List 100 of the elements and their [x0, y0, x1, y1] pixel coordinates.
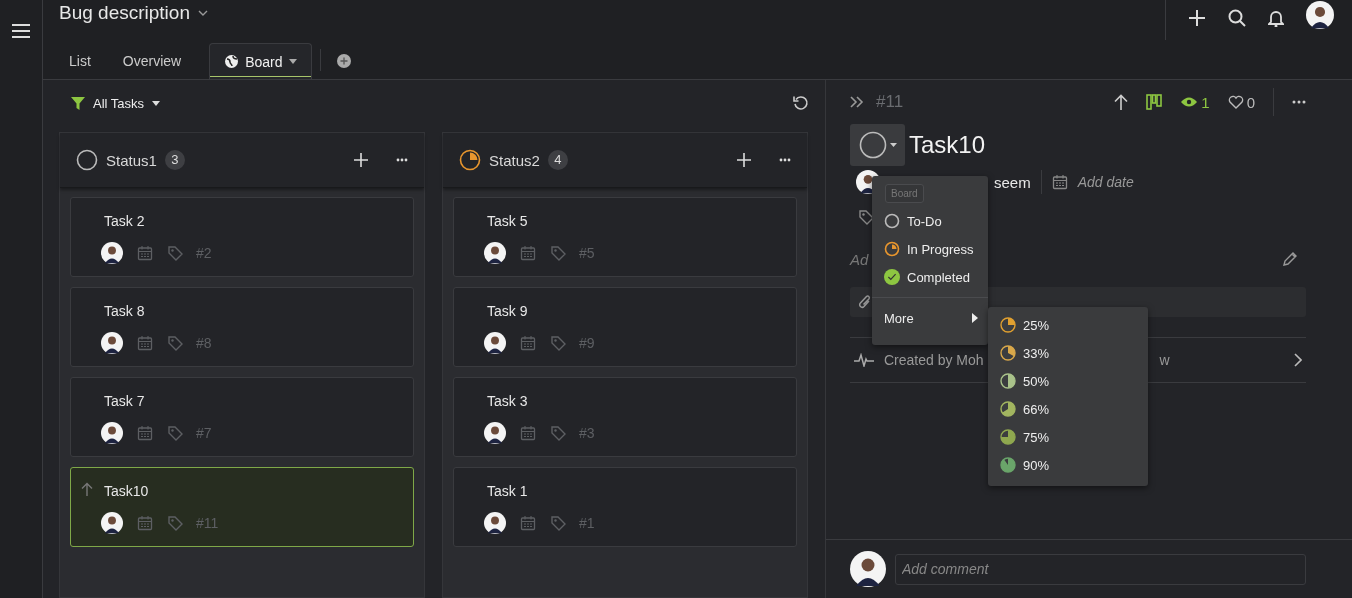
calendar-icon[interactable] — [520, 245, 536, 261]
paperclip-icon — [858, 294, 872, 310]
menu-item[interactable]: 50% — [988, 367, 1148, 395]
caret-icon — [152, 100, 161, 106]
tag-icon[interactable] — [167, 245, 183, 261]
more-icon[interactable] — [1292, 100, 1306, 104]
menu-item[interactable]: More — [872, 302, 988, 334]
view-tab[interactable]: Overview — [110, 43, 194, 79]
activity-text: w — [1159, 352, 1170, 368]
filter-dropdown[interactable]: All Tasks — [71, 95, 161, 111]
tag-icon[interactable] — [858, 209, 874, 225]
arrow-up-icon[interactable] — [1114, 94, 1129, 110]
progress-circle-icon — [459, 149, 481, 171]
add-view-icon[interactable] — [336, 53, 351, 68]
status-button[interactable] — [850, 124, 905, 166]
assignee-name[interactable]: seem — [994, 173, 1031, 191]
avatar-icon[interactable] — [1306, 1, 1334, 29]
calendar-icon[interactable] — [1051, 174, 1068, 190]
task-card[interactable]: Task 7 #7 — [70, 377, 414, 457]
circle-icon — [884, 213, 900, 229]
board-icon[interactable] — [1146, 94, 1163, 110]
plus-icon[interactable] — [1188, 9, 1206, 27]
task-card[interactable]: Task 2 #2 — [70, 197, 414, 277]
avatar-icon — [850, 551, 886, 587]
calendar-icon[interactable] — [520, 335, 536, 351]
column-title: Status2 — [489, 151, 540, 169]
tag-icon[interactable] — [550, 245, 566, 261]
avatar-icon — [484, 422, 506, 444]
pie-icon — [1000, 429, 1016, 445]
search-icon[interactable] — [1228, 9, 1246, 27]
calendar-icon[interactable] — [520, 425, 536, 441]
avatar-icon — [101, 242, 123, 264]
pie-icon — [1000, 317, 1016, 333]
count-badge: 4 — [547, 150, 568, 170]
task-card[interactable]: Task 8 #8 — [70, 287, 414, 367]
task-number: #11 — [196, 515, 219, 531]
menu-item[interactable]: 25% — [988, 311, 1148, 339]
calendar-icon[interactable] — [137, 245, 153, 261]
eye-icon[interactable] — [1180, 96, 1199, 108]
task-card[interactable]: Task 1 #1 — [453, 467, 797, 547]
task-title[interactable]: Task10 — [909, 131, 986, 159]
task-card[interactable]: Task 9 #9 — [453, 287, 797, 367]
pencil-icon[interactable] — [1282, 251, 1298, 267]
task-number: #3 — [579, 425, 595, 441]
avatar-icon — [484, 242, 506, 264]
progress-circle-icon — [884, 241, 900, 257]
chevron-down-icon[interactable] — [197, 9, 208, 17]
plus-icon[interactable] — [737, 153, 751, 167]
section-label: Board — [885, 184, 924, 203]
column-title: Status1 — [106, 151, 157, 169]
submenu-arrow-icon — [972, 313, 978, 323]
tag-icon[interactable] — [550, 335, 566, 351]
like-count: 0 — [1246, 93, 1255, 111]
calendar-icon[interactable] — [137, 335, 153, 351]
menu-item[interactable]: 33% — [988, 339, 1148, 367]
caret-icon — [889, 143, 897, 147]
menu-item[interactable]: In Progress — [872, 235, 988, 263]
count-badge: 3 — [164, 150, 185, 170]
task-number: #9 — [579, 335, 595, 351]
card-title: Task 5 — [487, 213, 528, 229]
tag-icon[interactable] — [550, 515, 566, 531]
avatar-icon — [101, 512, 123, 534]
plus-icon[interactable] — [354, 153, 368, 167]
tag-icon[interactable] — [550, 425, 566, 441]
view-tab[interactable]: List — [57, 43, 103, 79]
task-card[interactable]: Task 3 #3 — [453, 377, 797, 457]
pie-icon — [1000, 373, 1016, 389]
menu-item[interactable]: Completed — [872, 263, 988, 291]
date-placeholder[interactable]: Add date — [1077, 174, 1134, 190]
card-title: Task 8 — [104, 303, 145, 319]
task-number: #11 — [876, 92, 904, 112]
more-icon[interactable] — [396, 158, 408, 162]
tag-icon[interactable] — [167, 335, 183, 351]
comment-field[interactable]: Add comment — [895, 553, 1306, 585]
menu-item[interactable]: To-Do — [872, 207, 988, 235]
bell-icon[interactable] — [1268, 9, 1284, 27]
card-title: Task 3 — [487, 393, 528, 409]
chevron-right-icon[interactable] — [1294, 353, 1302, 367]
menu-icon[interactable] — [12, 24, 30, 38]
menu-item[interactable]: 66% — [988, 395, 1148, 423]
calendar-icon[interactable] — [520, 515, 536, 531]
calendar-icon[interactable] — [137, 425, 153, 441]
task-number: #7 — [196, 425, 212, 441]
heart-icon[interactable] — [1227, 95, 1244, 109]
check-circle-icon — [884, 269, 900, 285]
card-title: Task 1 — [487, 483, 528, 499]
watcher-count: 1 — [1201, 93, 1210, 111]
task-number: #8 — [196, 335, 212, 351]
menu-item[interactable]: 90% — [988, 451, 1148, 479]
task-number: #2 — [196, 245, 212, 261]
view-tab[interactable]: Board — [209, 43, 312, 79]
menu-item[interactable]: 75% — [988, 423, 1148, 451]
double-chevron-icon[interactable] — [850, 96, 864, 108]
pulse-icon — [854, 353, 874, 367]
task-card[interactable]: Task 5 #5 — [453, 197, 797, 277]
more-icon[interactable] — [779, 158, 791, 162]
avatar-icon — [101, 422, 123, 444]
tag-icon[interactable] — [167, 425, 183, 441]
page-title[interactable]: Bug description — [59, 2, 190, 24]
refresh-icon[interactable] — [793, 95, 809, 111]
